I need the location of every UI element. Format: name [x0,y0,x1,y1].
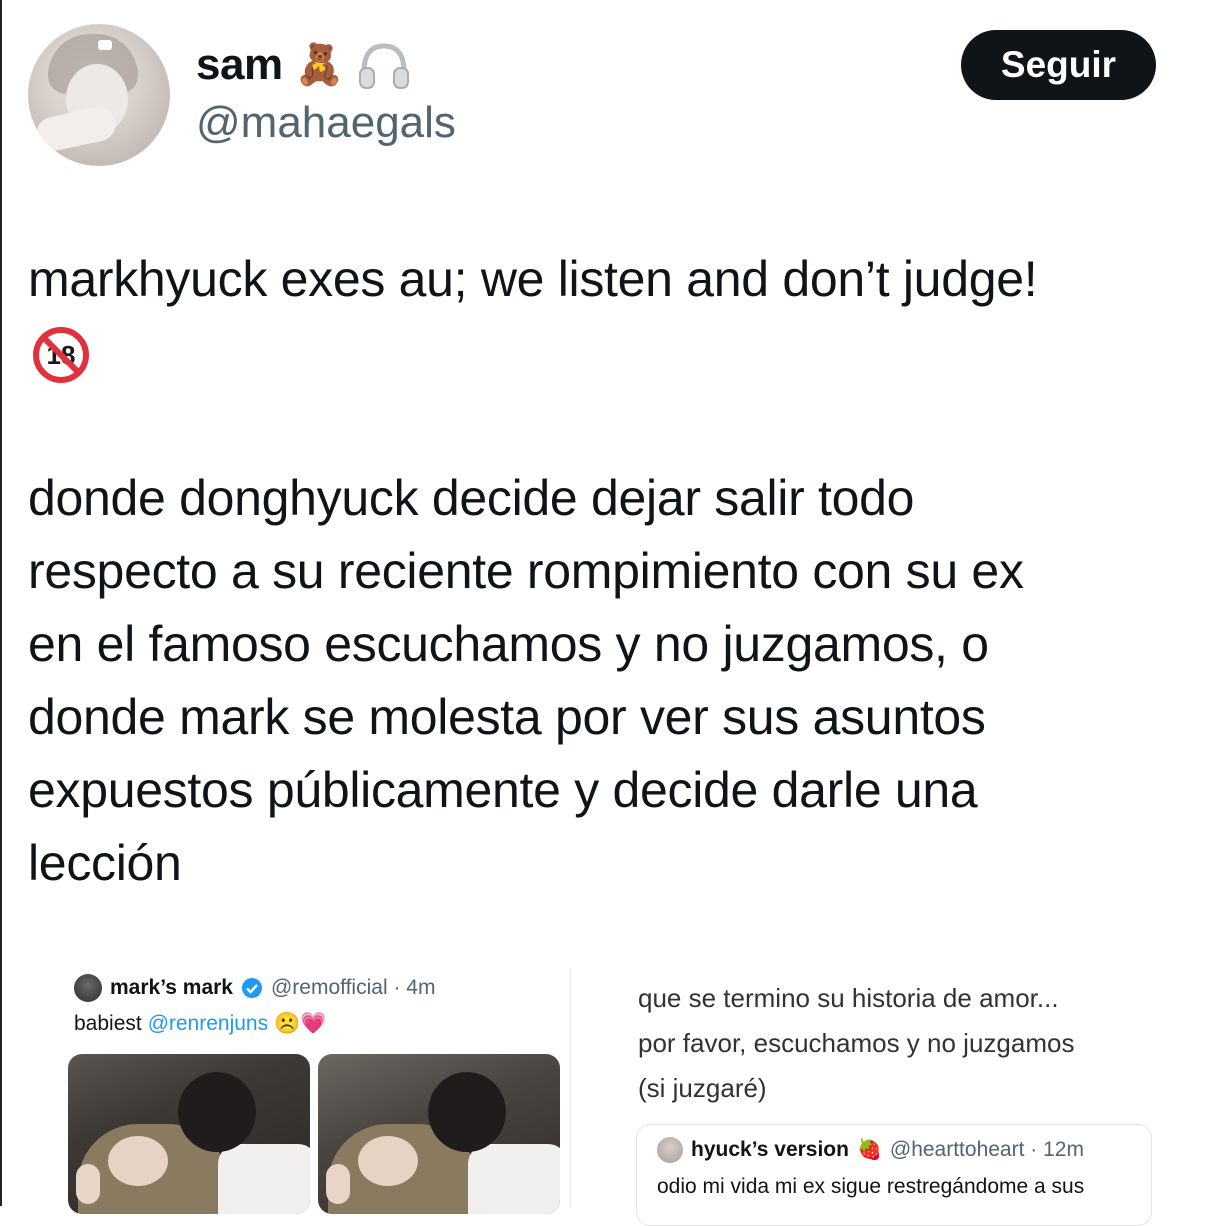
author-handle[interactable]: @mahaegals [196,98,456,148]
quote-line: por favor, escuchamos y no juzgamos [638,1028,1075,1058]
quoted-tweet-header: hyuck’s version 🍓 @hearttoheart · 12m [657,1137,1084,1163]
embedded-tweet-header: mark’s mark @remofficial · 4m [74,974,435,1002]
headphones-icon [359,43,410,89]
follow-button[interactable]: Seguir [961,30,1156,100]
embedded-handle: @remofficial · 4m [270,976,436,999]
embedded-text: babiest @renrenjuns ☹️💗 [74,1012,326,1036]
tweet-line: lección [28,835,182,891]
author-name-row: sam 🧸 [196,38,412,92]
teddy-bear-icon: 🧸 [294,43,345,87]
embedded-text-prefix: babiest [74,1012,148,1035]
author-display-name[interactable]: sam [196,40,283,90]
no-under-18-icon: 18 [33,327,89,383]
left-divider [0,0,2,1206]
embedded-mention: @renrenjuns [147,1012,269,1035]
quote-lines: que se termino su historia de amor... po… [638,976,1074,1111]
quoted-avatar [657,1137,683,1163]
media-image-left[interactable]: mark’s mark @remofficial · 4m babiest @r… [56,968,571,1214]
tweet-line: respecto a su reciente rompimiento con s… [28,543,1024,599]
media-image-right[interactable]: que se termino su historia de amor... po… [590,968,1206,1226]
tweet-text-paragraph2: donde donghyuck decide dejar salir todo … [28,462,1178,900]
quoted-text: odio mi vida mi ex sigue restregándome a… [657,1175,1085,1198]
quoted-tweet-card: hyuck’s version 🍓 @hearttoheart · 12m od… [636,1124,1152,1226]
embedded-name: mark’s mark [110,976,233,999]
embedded-avatar [74,974,102,1002]
embedded-emojis: ☹️💗 [273,1012,327,1035]
author-avatar[interactable] [28,24,170,166]
quoted-name: hyuck’s version [691,1138,849,1161]
quote-line: (si juzgaré) [638,1073,767,1103]
embedded-photo-2 [318,1054,560,1214]
tweet-line: expuestos públicamente y decide darle un… [28,762,978,818]
quote-line: que se termino su historia de amor... [638,983,1059,1013]
embedded-photo-1 [68,1054,310,1214]
strawberry-icon: 🍓 [856,1139,882,1161]
tweet-line: en el famoso escuchamos y no juzgamos, o [28,616,989,672]
tweet-line: donde donghyuck decide dejar salir todo [28,470,915,526]
tweet-text-line1: markhyuck exes au; we listen and don’t j… [28,251,1038,307]
tweet-line: donde mark se molesta por ver sus asunto… [28,689,986,745]
quoted-handle: @hearttoheart · 12m [889,1138,1084,1161]
verified-badge-icon [241,978,262,998]
